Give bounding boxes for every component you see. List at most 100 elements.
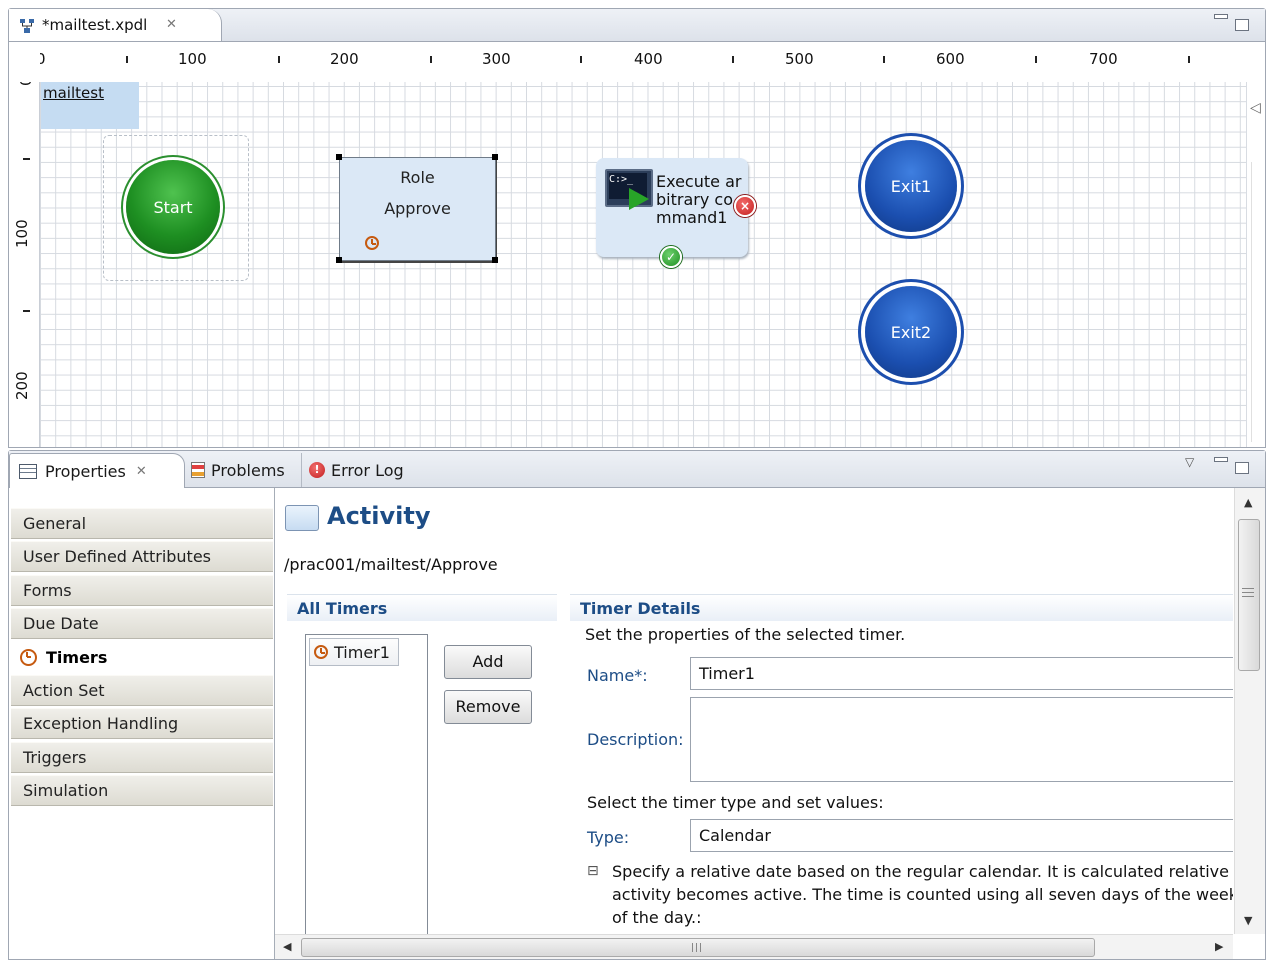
approve-label: Approve: [384, 199, 451, 218]
list-item[interactable]: Timer1: [309, 638, 399, 666]
ruler-tick: [732, 56, 734, 63]
maximize-icon[interactable]: [1235, 19, 1249, 31]
close-icon[interactable]: ✕: [166, 17, 177, 32]
resize-handle[interactable]: [336, 257, 342, 263]
ruler-h-label: 200: [330, 50, 359, 68]
nav-action-set[interactable]: Action Set: [11, 675, 273, 706]
diagram-canvas[interactable]: mailtest Start Role Approve C:>_ Execute…: [40, 82, 1246, 447]
name-field[interactable]: Timer1: [690, 657, 1233, 690]
process-file-icon: [19, 18, 35, 38]
horizontal-ruler: 0 100 200 300 400 500 600 700: [40, 42, 1246, 83]
ruler-v-label: 100: [13, 219, 31, 248]
approve-activity[interactable]: Role Approve: [339, 157, 496, 261]
relative-date-desc-line3: of the day.:: [612, 908, 702, 927]
nav-timers[interactable]: Timers: [11, 642, 273, 673]
close-icon[interactable]: ✕: [136, 464, 147, 479]
role-label: Role: [400, 168, 435, 187]
type-select[interactable]: Calendar: [690, 819, 1233, 852]
element-path: /prac001/mailtest/Approve: [284, 555, 498, 574]
scroll-left-icon[interactable]: ◀: [283, 940, 291, 953]
timer-details-title: Timer Details: [580, 598, 701, 618]
maximize-icon[interactable]: [1235, 462, 1249, 474]
process-editor: *mailtest.xpdl ✕ 0 100 200 300 400 500 6…: [8, 8, 1266, 448]
resize-handle[interactable]: [492, 257, 498, 263]
grip-icon: [1242, 588, 1254, 597]
type-hint: Select the timer type and set values:: [587, 793, 884, 812]
pool-name: mailtest: [43, 84, 104, 102]
ruler-v-label: 200: [13, 371, 31, 400]
name-field-value: Timer1: [699, 664, 755, 683]
tab-properties[interactable]: Properties ✕: [9, 453, 185, 488]
editor-tabbar: *mailtest.xpdl ✕: [9, 9, 1265, 42]
description-field[interactable]: [690, 697, 1233, 782]
exit1-event[interactable]: Exit1: [865, 140, 957, 232]
execute-command-activity[interactable]: C:>_ Execute ar bitrary co mmand1 × ✓: [596, 158, 756, 268]
collapse-icon[interactable]: ⊟: [587, 863, 599, 879]
vertical-scrollbar[interactable]: ▲ ▼: [1234, 488, 1265, 934]
minimize-icon[interactable]: [1214, 457, 1228, 462]
all-timers-header: All Timers: [287, 594, 557, 621]
ruler-tick: [126, 56, 128, 63]
timers-list[interactable]: Timer1: [305, 634, 428, 934]
ruler-h-label: 600: [936, 50, 965, 68]
nav-triggers[interactable]: Triggers: [11, 742, 273, 773]
details-hint: Set the properties of the selected timer…: [585, 625, 906, 644]
tab-error-log-label: Error Log: [331, 460, 404, 480]
ruler-tick: [883, 56, 885, 63]
timer-icon: [314, 645, 328, 659]
scrollbar-thumb[interactable]: [1238, 519, 1260, 671]
activity-icon: [285, 505, 319, 531]
nav-user-defined-attributes-label: User Defined Attributes: [23, 547, 212, 566]
tab-problems-label: Problems: [211, 460, 285, 480]
problems-icon: [191, 462, 205, 478]
horizontal-scrollbar[interactable]: ◀ ▶: [275, 934, 1233, 959]
timer-icon: [20, 649, 37, 666]
tab-problems[interactable]: Problems: [191, 453, 302, 487]
tab-error-log[interactable]: ! Error Log: [309, 453, 421, 487]
scrollbar-thumb[interactable]: [301, 938, 1095, 957]
type-label: Type:: [587, 828, 630, 847]
vertical-ruler: 0 100 200: [9, 82, 40, 447]
nav-action-set-label: Action Set: [23, 681, 105, 700]
minimize-icon[interactable]: [1214, 14, 1228, 19]
ruler-tick: [580, 56, 582, 63]
ruler-h-label: 400: [634, 50, 663, 68]
ruler-h-label: 100: [178, 50, 207, 68]
nav-simulation[interactable]: Simulation: [11, 775, 273, 806]
properties-section-nav: General User Defined Attributes Forms Du…: [9, 488, 275, 959]
editor-tab-mailtest[interactable]: *mailtest.xpdl ✕: [9, 9, 222, 41]
ruler-tick: [1035, 56, 1037, 63]
nav-due-date[interactable]: Due Date: [11, 608, 273, 639]
nav-user-defined-attributes[interactable]: User Defined Attributes: [11, 541, 273, 572]
nav-exception-handling-label: Exception Handling: [23, 714, 179, 733]
check-icon[interactable]: ✓: [660, 246, 682, 268]
scroll-right-icon[interactable]: ▶: [1215, 940, 1223, 953]
ruler-h-label: 300: [482, 50, 511, 68]
error-log-icon: !: [309, 462, 325, 478]
start-label: Start: [153, 197, 193, 217]
nav-timers-label: Timers: [46, 648, 108, 667]
play-icon: [629, 188, 649, 210]
resize-handle[interactable]: [492, 154, 498, 160]
view-menu-icon[interactable]: ▽: [1185, 455, 1194, 469]
chevron-left-icon[interactable]: ◁: [1250, 100, 1261, 116]
remove-button[interactable]: Remove: [444, 690, 532, 724]
nav-general-label: General: [23, 514, 87, 533]
nav-simulation-label: Simulation: [23, 781, 109, 800]
nav-exception-handling[interactable]: Exception Handling: [11, 708, 273, 739]
nav-general[interactable]: General: [11, 508, 273, 539]
error-icon[interactable]: ×: [734, 195, 756, 217]
exit2-event[interactable]: Exit2: [865, 286, 957, 378]
scroll-down-icon[interactable]: ▼: [1244, 914, 1252, 927]
nav-triggers-label: Triggers: [23, 748, 87, 767]
nav-forms[interactable]: Forms: [11, 575, 273, 606]
pool-label[interactable]: mailtest: [41, 82, 139, 129]
scroll-up-icon[interactable]: ▲: [1244, 496, 1252, 509]
palette-toggle-bar: ◁: [1246, 82, 1265, 447]
start-event[interactable]: Start: [126, 160, 220, 254]
add-button[interactable]: Add: [444, 645, 532, 679]
resize-handle[interactable]: [336, 154, 342, 160]
scrollbar-track[interactable]: [1251, 162, 1252, 442]
timer-details-header: Timer Details: [570, 594, 1233, 621]
exec-label-line1: Execute ar: [656, 172, 742, 191]
